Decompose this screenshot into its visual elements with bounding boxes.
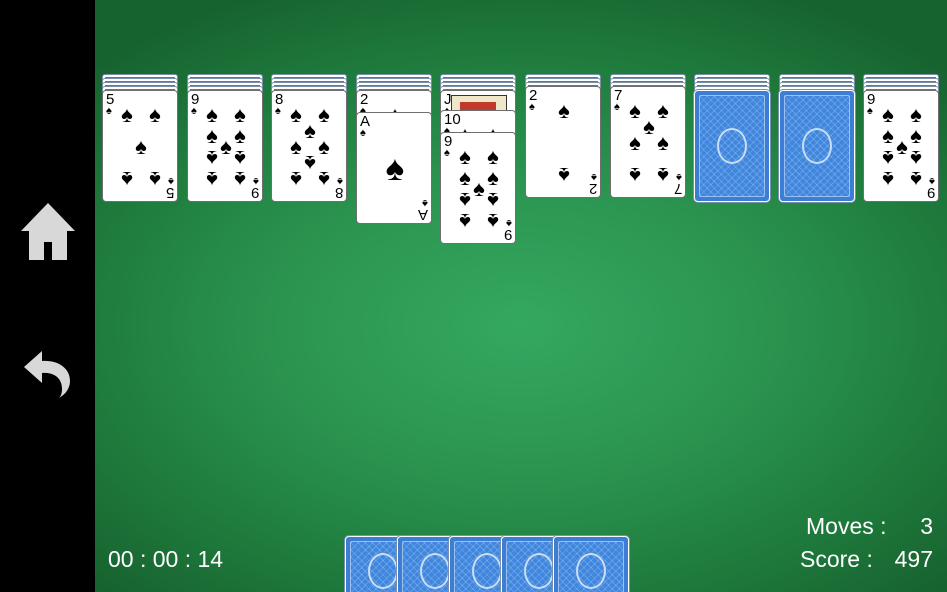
spade-icon: ♠	[459, 209, 471, 234]
card-back-medallion	[717, 128, 747, 164]
card-7-spades[interactable]: 7 ♠ 7 ♠ ♠ ♠ ♠ ♠ ♠ ♠ ♠	[610, 86, 686, 198]
game-table: 5♠5♠♠♠♠♠♠9♠9♠♠♠♠♠♠♠♠♠♠8♠8♠♠♠♠♠♠♠♠♠2♠2♠♠♠…	[95, 0, 947, 592]
spade-icon: ♠	[910, 146, 922, 171]
card-8-spades[interactable]: 8 ♠ 8 ♠ ♠ ♠ ♠ ♠ ♠ ♠ ♠ ♠	[271, 90, 347, 202]
moves-value: 3	[920, 513, 933, 539]
spade-icon: ♠	[487, 209, 499, 234]
spade-icon: ♠	[149, 167, 161, 192]
spade-icon: ♠	[121, 167, 133, 192]
card-rank: 8	[334, 184, 343, 201]
spade-icon: ♠	[676, 171, 682, 183]
spade-icon: ♠	[444, 147, 450, 159]
spade-icon: ♠	[558, 98, 570, 123]
card-rank: 9	[926, 184, 935, 201]
score-value: 497	[894, 546, 933, 572]
spade-icon: ♠	[360, 127, 366, 139]
spade-icon: ♠	[121, 102, 133, 127]
spade-icon: ♠	[459, 188, 471, 213]
sidebar	[0, 0, 95, 592]
spade-icon: ♠	[318, 167, 330, 192]
card-rank: 7	[673, 180, 682, 197]
spade-icon: ♠	[337, 175, 343, 187]
timer: 00 : 00 : 14	[108, 546, 224, 572]
spade-icon: ♠	[168, 175, 174, 187]
card-back-medallion	[802, 128, 832, 164]
spade-icon: ♠	[275, 105, 281, 117]
spade-icon: ♠	[882, 146, 894, 171]
stock-deal[interactable]	[553, 536, 629, 592]
spade-icon: ♠	[206, 167, 218, 192]
spade-icon: ♠	[135, 134, 147, 159]
card-back-medallion	[576, 553, 606, 589]
spade-icon: ♠	[558, 163, 570, 188]
spade-icon: ♠	[882, 167, 894, 192]
card-rank: 5	[165, 184, 174, 201]
spade-icon: ♠	[506, 217, 512, 229]
card-9-spades[interactable]: 9 ♠ 9 ♠ ♠ ♠ ♠ ♠ ♠ ♠ ♠ ♠ ♠	[440, 132, 516, 244]
card-A-spades[interactable]: A ♠ A ♠ ♠	[356, 112, 432, 224]
undo-button[interactable]	[18, 345, 78, 405]
spade-icon: ♠	[206, 146, 218, 171]
spade-icon: ♠	[629, 163, 641, 188]
home-button[interactable]	[18, 200, 78, 260]
spade-icon: ♠	[253, 175, 259, 187]
face-down-card[interactable]	[694, 90, 770, 202]
home-icon	[21, 203, 75, 260]
spade-icon: ♠	[910, 167, 922, 192]
spade-icon: ♠	[422, 197, 428, 209]
card-back-medallion	[524, 553, 554, 589]
spade-icon: ♠	[529, 101, 535, 113]
face-down-card[interactable]	[779, 90, 855, 202]
spade-icon: ♠	[657, 130, 669, 155]
card-back-medallion	[368, 553, 398, 589]
card-2-spades[interactable]: 2♠2♠♠♠	[525, 86, 601, 198]
spade-icon: ♠	[929, 175, 935, 187]
card-rank: 9	[250, 184, 259, 201]
spade-icon: ♠	[234, 167, 246, 192]
moves-label: Moves :	[806, 513, 887, 539]
card-9-spades[interactable]: 9 ♠ 9 ♠ ♠ ♠ ♠ ♠ ♠ ♠ ♠ ♠ ♠	[863, 90, 939, 202]
spade-icon: ♠	[234, 146, 246, 171]
score-label: Score :	[800, 546, 873, 572]
spade-icon: ♠	[629, 130, 641, 155]
spade-icon: ♠	[657, 163, 669, 188]
spade-icon: ♠	[149, 102, 161, 127]
spade-icon: ♠	[191, 105, 197, 117]
spade-icon: ♠	[487, 188, 499, 213]
spade-icon: ♠	[290, 167, 302, 192]
card-rank: 2	[588, 180, 597, 197]
card-back-medallion	[472, 553, 502, 589]
spade-icon: ♠	[591, 171, 597, 183]
card-rank: 9	[503, 226, 512, 243]
spade-icon: ♠	[614, 101, 620, 113]
spade-icon: ♠	[385, 149, 405, 189]
card-5-spades[interactable]: 5 ♠ 5 ♠ ♠ ♠ ♠ ♠ ♠	[102, 90, 178, 202]
card-rank: A	[417, 206, 428, 223]
undo-icon	[24, 351, 70, 398]
card-back-medallion	[420, 553, 450, 589]
spade-icon: ♠	[867, 105, 873, 117]
card-9-spades[interactable]: 9 ♠ 9 ♠ ♠ ♠ ♠ ♠ ♠ ♠ ♠ ♠ ♠	[187, 90, 263, 202]
spade-icon: ♠	[106, 105, 112, 117]
